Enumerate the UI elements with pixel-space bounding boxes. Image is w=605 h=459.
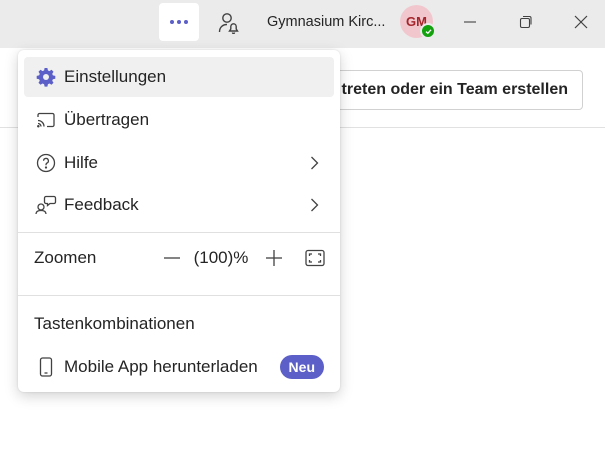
menu-item-label: Einstellungen — [64, 67, 167, 86]
menu-item-label: Hilfe — [64, 153, 99, 172]
organization-name[interactable]: Gymnasium Kirc... — [267, 14, 385, 30]
close-icon[interactable] — [569, 10, 593, 34]
menu-item-download-mobile-app[interactable]: Mobile App herunterladen Neu — [24, 347, 334, 387]
join-or-create-team-button[interactable]: treten oder ein Team erstellen — [306, 70, 583, 110]
menu-item-settings[interactable]: Einstellungen — [24, 57, 334, 97]
feedback-icon — [33, 195, 59, 215]
menu-item-label: Feedback — [64, 195, 139, 214]
zoom-in-button[interactable] — [263, 248, 285, 268]
presence-icon[interactable] — [214, 9, 242, 37]
zoom-label: Zoomen — [34, 248, 97, 267]
zoom-out-button[interactable] — [161, 250, 183, 266]
menu-item-keyboard-shortcuts[interactable]: Tastenkombinationen — [34, 314, 195, 334]
avatar[interactable]: GM — [400, 5, 436, 39]
menu-divider — [18, 295, 340, 296]
chevron-right-icon — [306, 155, 322, 176]
chevron-right-icon — [306, 197, 322, 218]
menu-item-cast[interactable]: Übertragen — [24, 100, 334, 140]
more-options-menu: Einstellungen Übertragen Hilfe Feedback … — [18, 50, 340, 392]
menu-item-help[interactable]: Hilfe — [24, 143, 334, 183]
zoom-level: (100)% — [193, 248, 249, 267]
menu-item-label: Übertragen — [64, 110, 150, 129]
menu-divider — [18, 232, 340, 233]
menu-item-feedback[interactable]: Feedback — [24, 185, 334, 225]
menu-item-label: Mobile App herunterladen — [64, 357, 258, 376]
cast-icon — [33, 111, 59, 129]
mobile-phone-icon — [33, 357, 59, 377]
more-options-button[interactable] — [159, 3, 199, 41]
title-bar: Gymnasium Kirc... GM — [0, 0, 605, 48]
help-icon — [33, 153, 59, 173]
fit-to-screen-icon[interactable] — [304, 248, 326, 268]
new-badge: Neu — [279, 355, 324, 379]
available-status-icon — [420, 23, 436, 39]
minimize-icon[interactable] — [458, 10, 482, 34]
gear-icon — [33, 67, 59, 87]
zoom-row: Zoomen (100)% — [24, 238, 334, 278]
restore-icon[interactable] — [514, 10, 538, 34]
